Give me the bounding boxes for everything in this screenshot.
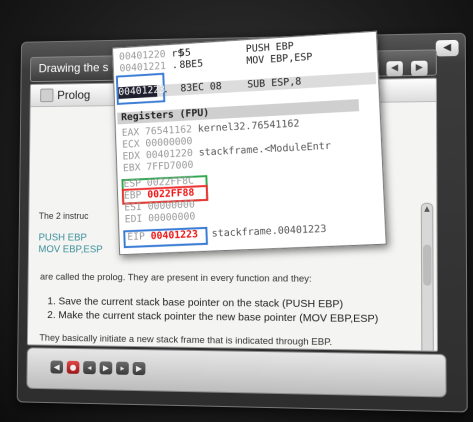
disasm-bytes: 55 (179, 48, 191, 60)
disasm-row: 00401221 . (119, 60, 178, 74)
next-page-button[interactable]: ▶ (411, 61, 428, 76)
register-info: stackframe.00401223 (212, 224, 327, 240)
register-info: kernel32.76541162 (198, 118, 300, 134)
disasm-marker: . (172, 60, 178, 71)
register-info: stackframe.<ModuleEntr (199, 141, 332, 159)
register-name: EDI (125, 214, 143, 226)
prolog-description: are called the prolog. They are present … (40, 272, 312, 285)
prev-page-button[interactable]: ◀ (386, 61, 402, 76)
register-value: 00401223 (151, 229, 199, 242)
scrollbar[interactable]: ▲ ▼ (421, 203, 434, 352)
register-row: EBX 7FFD7000 (123, 160, 194, 174)
scroll-up-icon[interactable]: ▲ (422, 204, 432, 214)
stack-frame-note: They basically initiate a new stack fram… (39, 333, 332, 348)
scroll-thumb[interactable] (423, 245, 431, 286)
rewind-icon[interactable]: ◂ (83, 361, 96, 374)
register-value: 0022FF88 (147, 188, 194, 201)
media-first-icon[interactable]: ◀ (50, 361, 63, 374)
media-last-icon[interactable]: ▶ (133, 362, 146, 375)
register-name: EBP (124, 190, 142, 202)
registers-header: Registers (FPU) (117, 99, 359, 124)
selected-address: 00401223 (118, 85, 157, 99)
register-name: EAX (122, 127, 140, 139)
register-name: ESP (123, 178, 141, 190)
register-value: 00000000 (148, 199, 196, 212)
play-icon[interactable]: ▶ (100, 361, 113, 374)
register-name: EIP (127, 231, 145, 243)
player-toolbar: ◀ ● ◂ ▶ ▸ ▶ (26, 347, 446, 397)
register-value: 0022FF8C (147, 176, 194, 189)
forward-icon[interactable]: ▸ (116, 362, 129, 375)
list-item-2: 2. Make the current stack pointer the ne… (47, 309, 378, 325)
register-value: 00000000 (148, 211, 196, 224)
register-name: EBX (123, 163, 141, 175)
list-item-1: 1. Save the current stack base pointer o… (47, 295, 343, 310)
viewer-frame: ◀ Drawing the s ◀ ▶ Prolog The 2 instruc… (17, 14, 470, 416)
registers-title: Registers (FPU) (121, 108, 209, 124)
screen: { "window": { "title": "Drawing the s", … (0, 0, 473, 422)
register-name: ECX (122, 139, 140, 151)
intro-text: The 2 instruc (39, 211, 89, 221)
disasm-bytes: 8BE5 (179, 59, 203, 71)
nav-buttons: ◀ ▶ (383, 55, 427, 77)
close-icon[interactable]: ◀ (436, 40, 459, 57)
page-icon (40, 88, 53, 102)
debugger-snapshot: 00401220 r$ 55 PUSH EBP 00401221 . 8BE5 … (112, 31, 387, 255)
code-line-push: PUSH EBP (39, 233, 87, 244)
register-value: 7FFD7000 (146, 160, 193, 173)
register-row: EDI 00000000 (125, 211, 196, 225)
eip-row: EIP 00401223 stackframe.00401223 (127, 224, 326, 243)
register-name: EDX (122, 151, 140, 163)
disasm-marker: . (163, 84, 169, 95)
window-title: Drawing the s (39, 60, 109, 75)
panel-title: Prolog (57, 88, 90, 102)
register-name: ESI (124, 202, 142, 214)
record-icon[interactable]: ● (67, 361, 80, 374)
code-line-mov: MOV EBP,ESP (38, 244, 102, 255)
